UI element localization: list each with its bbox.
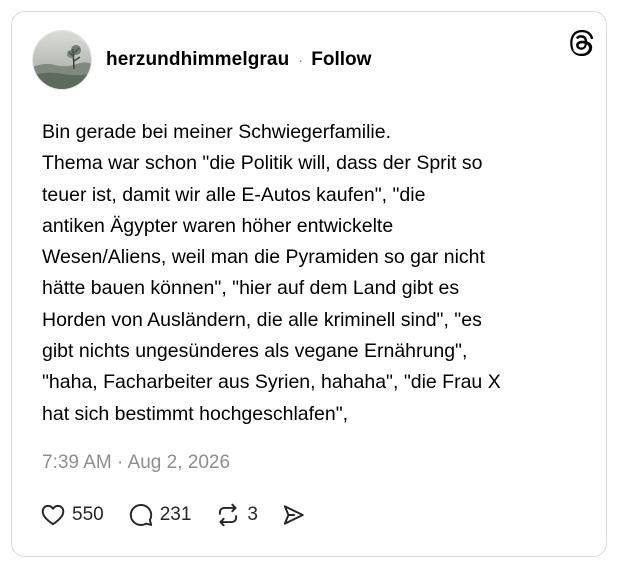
post-timestamp[interactable]: 7:39 AM · Aug 2, 2026: [42, 452, 230, 474]
username[interactable]: herzundhimmelgrau: [106, 49, 289, 71]
post-text: Bin gerade bei meiner Schwiegerfamilie. …: [42, 121, 501, 425]
repost-arrows-icon: [219, 503, 238, 527]
repost-button[interactable]: 3: [215, 502, 258, 528]
avatar-image: [33, 31, 91, 89]
threads-logo-icon[interactable]: [569, 30, 595, 56]
speech-bubble-icon: [129, 504, 152, 526]
share-button[interactable]: [280, 502, 306, 528]
separator-dot: ·: [298, 51, 304, 69]
like-count: 550: [72, 504, 104, 525]
reply-button[interactable]: 231: [128, 502, 192, 528]
follow-button[interactable]: Follow: [311, 49, 371, 71]
like-button[interactable]: 550: [40, 502, 104, 528]
reply-count: 231: [159, 504, 192, 525]
heart-icon: [41, 504, 65, 526]
post-header: herzundhimmelgrau · Follow: [32, 30, 371, 90]
send-icon: [283, 505, 304, 525]
repost-count: 3: [247, 504, 258, 525]
action-bar: 550 231 3: [40, 500, 306, 530]
avatar[interactable]: [32, 30, 92, 90]
